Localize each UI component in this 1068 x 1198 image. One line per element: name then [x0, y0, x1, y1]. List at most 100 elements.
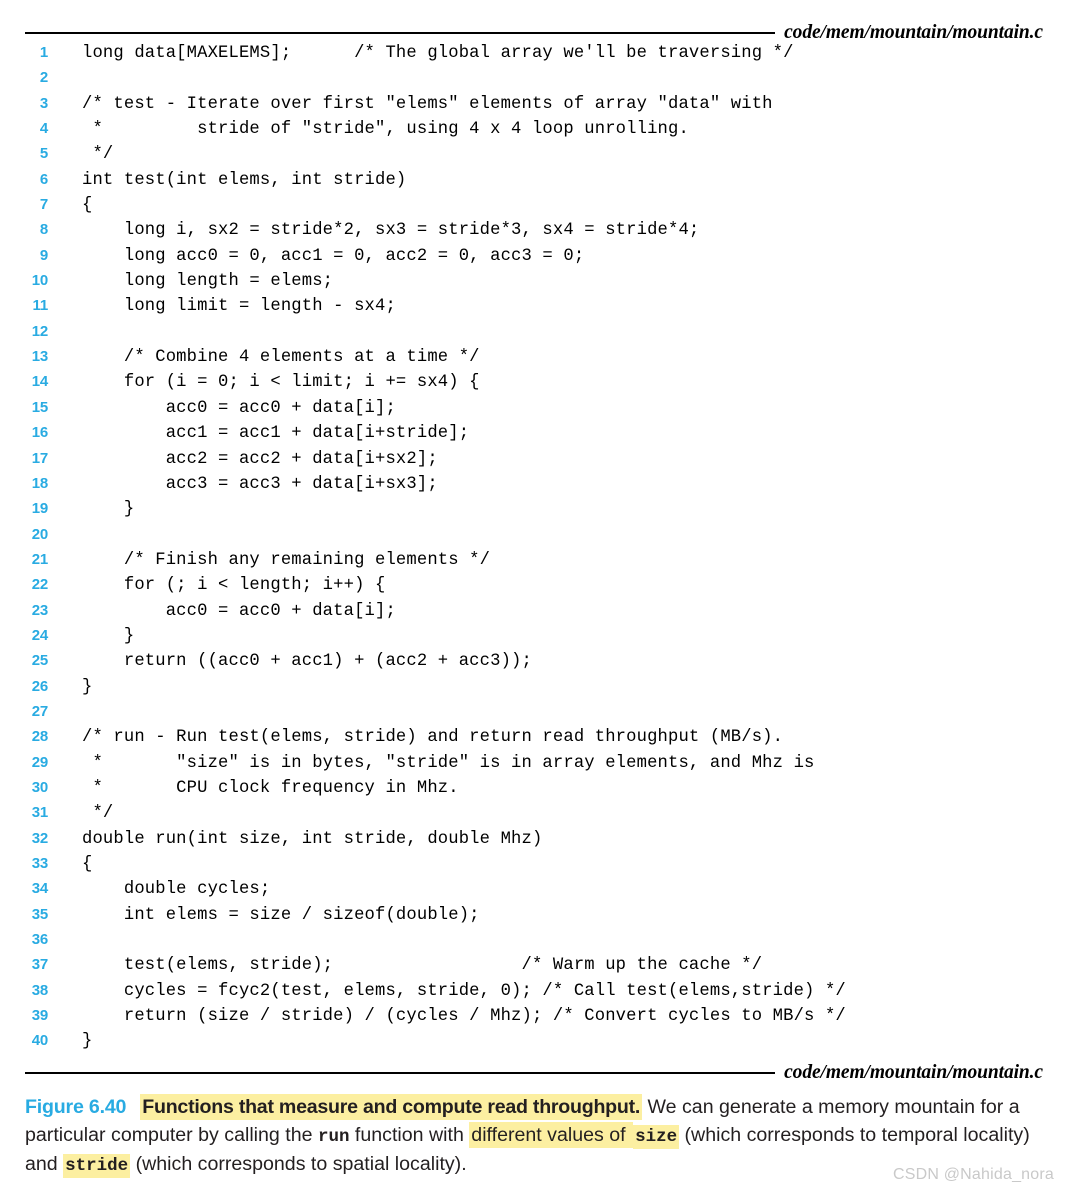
code-line-number: 31	[31, 804, 48, 822]
code-line-text: return ((acc0 + acc1) + (acc2 + acc3));	[82, 652, 532, 672]
code-line-number: 7	[39, 196, 48, 214]
code-line-number: 21	[31, 550, 48, 568]
code-line: 36	[0, 931, 1068, 956]
code-line-number: 13	[31, 348, 48, 366]
code-line-text: acc0 = acc0 + data[i];	[82, 398, 396, 418]
caption-mono-stride: stride	[63, 1154, 131, 1178]
code-line-number: 36	[31, 931, 48, 949]
caption-mono-size: size	[633, 1124, 680, 1149]
code-line-text: /* test - Iterate over first "elems" ele…	[82, 94, 773, 114]
code-line-text: return (size / stride) / (cycles / Mhz);…	[82, 1007, 846, 1027]
code-line-text: acc1 = acc1 + data[i+stride];	[82, 424, 470, 444]
code-line-number: 33	[31, 855, 48, 872]
caption-body-2: function with	[349, 1123, 470, 1146]
code-line: 40}	[0, 1032, 1068, 1057]
code-line-number: 11	[32, 297, 49, 315]
code-line-text: long acc0 = 0, acc1 = 0, acc2 = 0, acc3 …	[82, 246, 585, 266]
code-line-number: 6	[39, 170, 48, 188]
code-line-text: * CPU clock frequency in Mhz.	[82, 778, 459, 798]
code-line-text: }	[82, 1032, 93, 1052]
code-line: 3 /* test - Iterate over first "elems" el…	[0, 95, 1068, 120]
code-line-number: 16	[31, 424, 48, 442]
code-line: 8 long i, sx2 = stride*2, sx3 = stride*3…	[0, 221, 1068, 246]
code-line-text: /* Finish any remaining elements */	[82, 550, 491, 570]
code-line-number: 22	[31, 576, 48, 594]
caption-title-highlight: Functions that measure and compute read …	[140, 1094, 643, 1120]
caption-body-4: (which corresponds to spatial locality).	[130, 1153, 467, 1175]
code-line-text: long data[MAXELEMS]; /* The global array…	[82, 44, 794, 63]
code-line-text: /* Combine 4 elements at a time */	[82, 348, 480, 368]
code-line: 38 cycles = fcyc2(test, elems, stride, 0…	[0, 982, 1068, 1007]
code-line-number: 39	[31, 1007, 48, 1025]
code-line-number: 24	[31, 626, 48, 644]
code-line: 25 return ((acc0 + acc1) + (acc2 + acc3)…	[0, 652, 1068, 677]
figure-6-40: code/mem/mountain/mountain.c 1 long data[…	[0, 0, 1068, 1198]
code-line-number: 38	[31, 981, 48, 999]
code-line: 32 double run(int size, int stride, doubl…	[0, 830, 1068, 855]
code-line: 23 acc0 = acc0 + data[i];	[0, 602, 1068, 627]
code-line-number: 14	[31, 373, 48, 391]
code-line: 12	[0, 323, 1068, 348]
code-line-number: 26	[31, 677, 48, 695]
code-line-number: 9	[39, 246, 48, 264]
code-line-number: 10	[31, 272, 48, 290]
code-line-text: }	[82, 626, 135, 646]
code-line: 31 */	[0, 804, 1068, 829]
code-line-text: long limit = length - sx4;	[82, 297, 396, 317]
code-line-number: 25	[31, 652, 48, 670]
code-line-text: double run(int size, int stride, double …	[82, 829, 543, 849]
code-line-text: */	[82, 804, 114, 824]
code-line-number: 35	[31, 905, 48, 923]
code-line-number: 23	[31, 601, 48, 619]
code-line-text: double cycles;	[82, 880, 271, 900]
code-line: 16 acc1 = acc1 + data[i+stride];	[0, 424, 1068, 449]
bottom-horizontal-rule	[25, 1072, 776, 1074]
code-line-text: int elems = size / sizeof(double);	[82, 905, 480, 925]
code-line-text: test(elems, stride); /* Warm up the cach…	[82, 956, 763, 976]
code-line: 7{	[0, 196, 1068, 221]
code-line: 29 * "size" is in bytes, "stride" is in …	[0, 754, 1068, 779]
code-line-text: * "size" is in bytes, "stride" is in arr…	[82, 753, 815, 773]
code-line-number: 20	[31, 525, 48, 543]
code-line: 10 long length = elems;	[0, 272, 1068, 297]
code-line-text: }	[82, 500, 135, 520]
code-line: 20	[0, 526, 1068, 551]
code-line-number: 30	[31, 778, 48, 796]
code-line-text: acc2 = acc2 + data[i+sx2];	[82, 449, 438, 469]
code-line-number: 32	[31, 829, 48, 847]
code-line-number: 2	[39, 69, 48, 87]
bottom-rule-row: code/mem/mountain/mountain.c	[25, 1062, 1043, 1084]
code-line-number: 1	[39, 44, 48, 61]
code-line-number: 4	[39, 120, 48, 138]
code-line: 39 return (size / stride) / (cycles / Mh…	[0, 1007, 1068, 1032]
figure-number: Figure 6.40	[25, 1096, 127, 1118]
code-line-text: acc3 = acc3 + data[i+sx3];	[82, 474, 438, 494]
code-line: 30 * CPU clock frequency in Mhz.	[0, 779, 1068, 804]
code-line-text: * stride of "stride", using 4 x 4 loop u…	[82, 120, 689, 140]
code-line-number: 40	[31, 1032, 48, 1050]
caption-highlight-phrase: different values of	[469, 1121, 634, 1148]
caption-mono-run: run	[317, 1126, 350, 1147]
code-line-number: 17	[31, 449, 48, 467]
code-line: 2	[0, 69, 1068, 94]
code-line-text: for (i = 0; i < limit; i += sx4) {	[82, 373, 480, 393]
code-line: 24 }	[0, 627, 1068, 652]
top-horizontal-rule	[25, 32, 776, 34]
code-line: 11 long limit = length - sx4;	[0, 297, 1068, 322]
code-line-number: 19	[31, 500, 48, 518]
csdn-watermark: CSDN @Nahida_nora	[892, 1166, 1054, 1183]
code-line: 6 int test(int elems, int stride)	[0, 171, 1068, 196]
code-line-text: cycles = fcyc2(test, elems, stride, 0); …	[82, 981, 846, 1001]
code-line-text: long i, sx2 = stride*2, sx3 = stride*3, …	[82, 221, 700, 241]
code-line-number: 37	[31, 956, 48, 974]
code-line: 5 */	[0, 145, 1068, 170]
code-line: 33 {	[0, 855, 1068, 880]
code-line: 26}	[0, 678, 1068, 703]
code-line: 9 long acc0 = 0, acc1 = 0, acc2 = 0, acc…	[0, 247, 1068, 272]
code-line-number: 29	[31, 753, 48, 771]
code-line-text: /* run - Run test(elems, stride) and ret…	[82, 728, 784, 748]
code-line: 19 }	[0, 500, 1068, 525]
code-line: 28 /* run - Run test(elems, stride) and r…	[0, 728, 1068, 753]
code-line-text: {	[82, 855, 93, 874]
code-line: 1 long data[MAXELEMS]; /* The global arra…	[0, 44, 1068, 69]
